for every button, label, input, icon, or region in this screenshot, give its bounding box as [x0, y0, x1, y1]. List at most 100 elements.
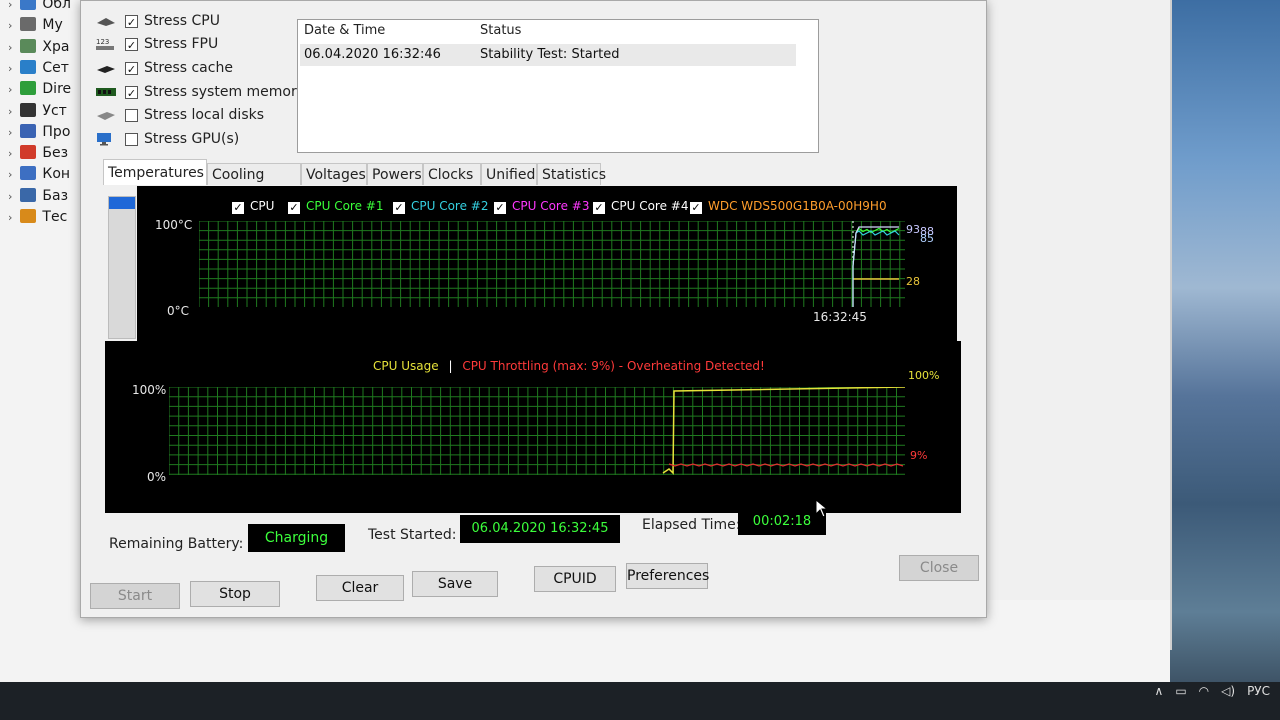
cpu-temperature-line — [852, 226, 899, 307]
legend-label-core3: CPU Core #3 — [512, 199, 590, 213]
legend-item-core1[interactable]: ✓ CPU Core #1 — [288, 199, 384, 214]
folder-icon — [20, 187, 37, 202]
temperature-plot-area — [199, 221, 905, 307]
legend-item-core2[interactable]: ✓ CPU Core #2 — [393, 199, 489, 214]
status-log-list[interactable]: Date & Time Status 06.04.2020 16:32:46 S… — [297, 19, 819, 153]
explorer-tree-item[interactable]: › Dire — [8, 81, 71, 97]
explorer-tree-item[interactable]: › Обл — [8, 0, 71, 12]
chevron-right-icon[interactable]: › — [8, 0, 12, 11]
usage-title: CPU Usage — [373, 359, 439, 373]
legend-item-disk[interactable]: ✓ WDC WDS500G1B0A-00H9H0 — [690, 199, 887, 214]
legend-label-core4: CPU Core #4 — [611, 199, 689, 213]
row-datetime: 06.04.2020 16:32:46 — [304, 47, 441, 62]
stress-memory-option[interactable]: ✓ Stress system memory — [95, 81, 305, 103]
legend-checkbox-cpu[interactable]: ✓ — [232, 202, 244, 214]
stress-disks-checkbox[interactable] — [125, 108, 138, 122]
stress-fpu-option[interactable]: 123 ✓ Stress FPU — [95, 33, 218, 55]
stop-button[interactable]: Stop — [190, 581, 280, 607]
temp-value-c: 85 — [920, 232, 934, 245]
stress-gpu-checkbox[interactable] — [125, 132, 138, 146]
system-stability-test-dialog: ✓ Stress CPU 123 ✓ Stress FPU ✓ Stress c… — [80, 0, 987, 618]
test-started-label: Test Started: — [368, 527, 457, 543]
tab-voltages[interactable]: Voltages — [301, 163, 367, 185]
preferences-button[interactable]: Preferences — [626, 563, 709, 589]
explorer-tree-item[interactable]: › Сет — [8, 59, 69, 76]
explorer-tree-item[interactable]: › Баз — [8, 187, 69, 204]
stress-gpu-option[interactable]: Stress GPU(s) — [95, 128, 239, 150]
start-button[interactable]: Start — [90, 583, 180, 609]
stress-fpu-label: Stress FPU — [144, 36, 219, 52]
stress-disks-option[interactable]: Stress local disks — [95, 104, 264, 126]
explorer-tree-item[interactable]: › Без — [8, 145, 68, 161]
battery-icon[interactable]: ▭ — [1175, 684, 1186, 698]
close-button[interactable]: Close — [899, 555, 979, 581]
column-header-datetime[interactable]: Date & Time — [304, 23, 385, 38]
chevron-right-icon[interactable]: › — [8, 211, 12, 224]
chevron-up-icon[interactable]: ∧ — [1155, 684, 1164, 698]
row-status: Stability Test: Started — [480, 47, 620, 62]
cpu-chip-icon — [97, 18, 115, 26]
system-tray: ∧ ▭ ◠ ◁) РУС — [1155, 684, 1270, 698]
stress-disks-label: Stress local disks — [144, 107, 265, 123]
fpu-numbers-icon: 123 — [96, 38, 114, 50]
chevron-right-icon[interactable]: › — [8, 19, 12, 32]
status-list-row[interactable]: 06.04.2020 16:32:46 Stability Test: Star… — [300, 44, 796, 66]
stress-cache-option[interactable]: ✓ Stress cache — [95, 57, 233, 79]
stress-cpu-checkbox[interactable]: ✓ — [125, 14, 138, 29]
legend-item-core4[interactable]: ✓ CPU Core #4 — [593, 199, 689, 214]
tab-clocks[interactable]: Clocks — [423, 163, 481, 185]
legend-item-cpu[interactable]: ✓ CPU — [232, 199, 274, 214]
tab-unified[interactable]: Unified — [481, 163, 537, 185]
tab-powers[interactable]: Powers — [367, 163, 423, 185]
explorer-tree-item[interactable]: › Про — [8, 123, 70, 140]
speaker-icon[interactable]: ◁) — [1221, 684, 1235, 698]
folder-icon — [20, 17, 37, 32]
explorer-tree-label: Обл — [42, 0, 72, 12]
chevron-right-icon[interactable]: › — [8, 105, 12, 118]
tab-cooling-fans[interactable]: Cooling Fans — [207, 163, 301, 205]
explorer-tree-item[interactable]: › Тес — [8, 209, 67, 225]
explorer-tree-label: Баз — [42, 187, 69, 204]
hard-disk-icon — [97, 112, 115, 120]
tab-statistics[interactable]: Statistics — [537, 163, 606, 185]
network-icon[interactable]: ◠ — [1199, 684, 1209, 698]
sensor-list-scrollbar[interactable] — [108, 196, 136, 339]
legend-item-core3[interactable]: ✓ CPU Core #3 — [494, 199, 590, 214]
legend-checkbox-core4[interactable]: ✓ — [593, 202, 605, 214]
chevron-right-icon[interactable]: › — [8, 62, 12, 75]
explorer-tree-item[interactable]: › Кон — [8, 166, 70, 182]
explorer-tree-label: Dire — [42, 81, 72, 98]
legend-checkbox-core2[interactable]: ✓ — [393, 202, 405, 214]
cpuid-button[interactable]: CPUID — [534, 566, 616, 592]
stress-cache-checkbox[interactable]: ✓ — [125, 61, 138, 76]
chevron-right-icon[interactable]: › — [8, 126, 12, 139]
tab-temperatures[interactable]: Temperatures — [103, 159, 207, 185]
column-header-status[interactable]: Status — [480, 23, 521, 38]
chevron-right-icon[interactable]: › — [8, 41, 12, 54]
stress-cpu-option[interactable]: ✓ Stress CPU — [95, 10, 220, 32]
stress-fpu-checkbox[interactable]: ✓ — [125, 37, 138, 52]
cpu-usage-line — [662, 387, 905, 475]
temp-value-disk: 28 — [906, 275, 920, 288]
windows-taskbar — [0, 682, 1280, 720]
temp-time-label: 16:32:45 — [813, 310, 867, 324]
folder-icon — [20, 81, 37, 96]
explorer-tree-item[interactable]: › Уст — [8, 102, 67, 119]
clear-button[interactable]: Clear — [316, 575, 404, 601]
temp-axis-top-label: 100°C — [155, 218, 193, 232]
legend-checkbox-core1[interactable]: ✓ — [288, 202, 300, 214]
chevron-right-icon[interactable]: › — [8, 83, 12, 96]
chevron-right-icon[interactable]: › — [8, 190, 12, 203]
chevron-right-icon[interactable]: › — [8, 147, 12, 160]
folder-icon — [20, 38, 37, 53]
explorer-tree-item[interactable]: › Му — [8, 17, 63, 33]
explorer-tree-item[interactable]: › Хра — [8, 38, 69, 55]
folder-icon — [20, 59, 37, 74]
save-button[interactable]: Save — [412, 571, 498, 597]
chevron-right-icon[interactable]: › — [8, 168, 12, 181]
legend-checkbox-disk[interactable]: ✓ — [690, 202, 702, 214]
test-started-display: 06.04.2020 16:32:45 — [460, 515, 620, 543]
legend-checkbox-core3[interactable]: ✓ — [494, 202, 506, 214]
language-indicator[interactable]: РУС — [1247, 684, 1270, 698]
stress-memory-checkbox[interactable]: ✓ — [125, 85, 138, 100]
